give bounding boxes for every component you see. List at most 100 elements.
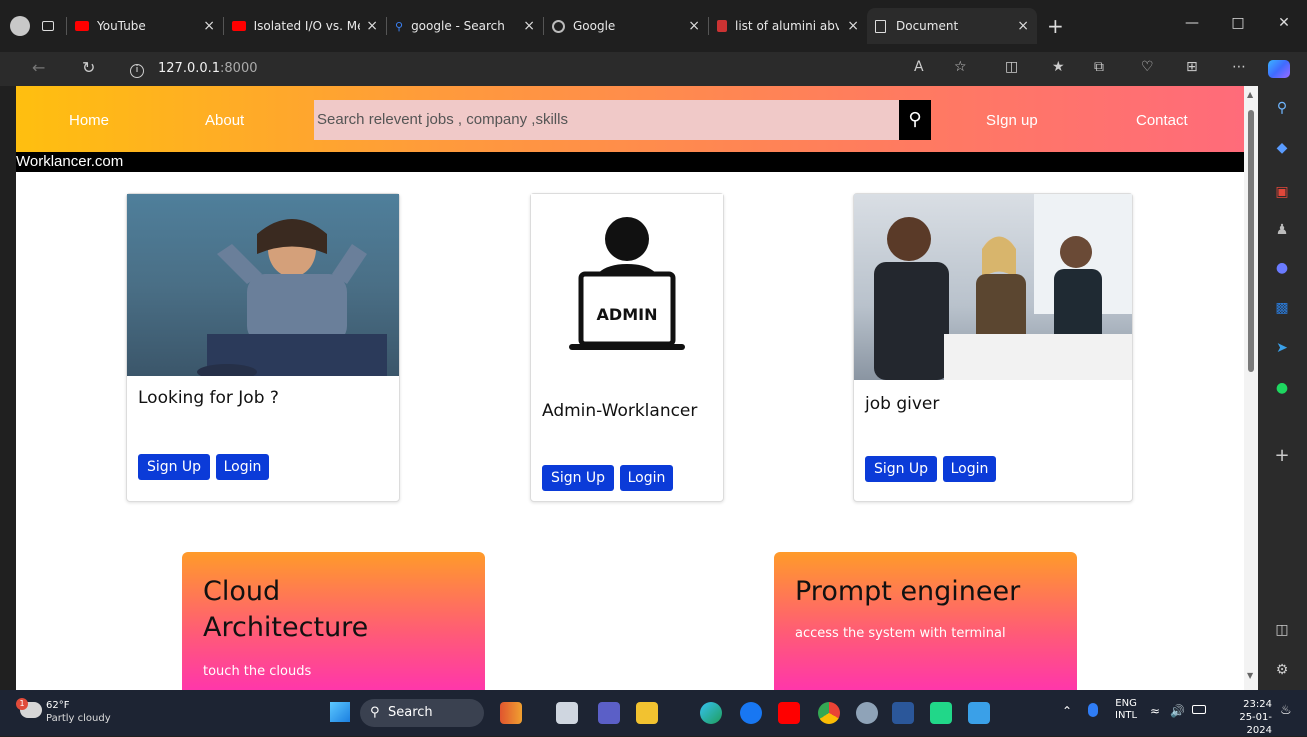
telegram-icon[interactable]: ➤	[1272, 338, 1292, 358]
file-explorer-icon[interactable]	[636, 702, 658, 724]
favorite-star-icon[interactable]: ☆	[954, 59, 967, 75]
refresh-icon[interactable]: ↻	[82, 58, 95, 77]
volume-icon[interactable]: 🔊	[1170, 704, 1185, 718]
taskbar-search-label: Search	[388, 705, 433, 720]
job-giver-login-button[interactable]: Login	[943, 456, 996, 482]
clock[interactable]: 23:24 25-01-2024	[1214, 698, 1272, 737]
window-controls: — □ ✕	[1169, 0, 1307, 46]
tab-close-icon[interactable]: ×	[1011, 18, 1029, 34]
nav-home-link[interactable]: Home	[69, 112, 109, 129]
pycharm-icon[interactable]	[930, 702, 952, 724]
info-icon[interactable]: i	[130, 64, 144, 78]
windows-taskbar: 1 62°F Partly cloudy ⚲ Search ⌃ ENG INTL…	[0, 690, 1307, 736]
task-view-icon[interactable]	[556, 702, 578, 724]
start-button[interactable]	[330, 702, 350, 722]
hide-sidebar-icon[interactable]: ◫	[1272, 620, 1292, 640]
tab-label: google - Search	[411, 19, 505, 33]
workspaces-icon[interactable]	[42, 21, 54, 31]
page-viewport: Home About Search relevent jobs , compan…	[16, 86, 1244, 690]
site-search-input[interactable]: Search relevent jobs , company ,skills	[314, 100, 899, 140]
notifications-bell-icon[interactable]: ♨	[1280, 703, 1292, 718]
tab-close-icon[interactable]: ×	[841, 18, 859, 34]
collections-icon[interactable]: ⧉	[1094, 59, 1104, 75]
page-scrollbar[interactable]: ▲ ▼	[1244, 86, 1258, 690]
split-screen-icon[interactable]: ◫	[1005, 59, 1018, 75]
facebook-icon[interactable]	[740, 702, 762, 724]
word-icon[interactable]	[892, 702, 914, 724]
new-tab-button[interactable]: +	[1047, 14, 1064, 38]
card-title: Looking for Job ?	[138, 388, 279, 408]
tab-isolated-io[interactable]: Isolated I/O vs. Me ×	[224, 8, 386, 44]
copilot-sidebar-icon[interactable]: ●	[1272, 258, 1292, 278]
notepad-icon[interactable]	[968, 702, 990, 724]
scroll-up-icon[interactable]: ▲	[1247, 90, 1253, 99]
copilot-icon[interactable]	[1268, 60, 1290, 78]
admin-login-button[interactable]: Login	[620, 465, 673, 491]
stressed-man-illustration	[197, 219, 387, 376]
teams-icon[interactable]	[598, 702, 620, 724]
search-icon[interactable]: ⚲	[899, 100, 931, 140]
extensions-icon[interactable]: ⊞	[1186, 59, 1198, 75]
maximize-icon[interactable]: □	[1215, 0, 1261, 46]
admin-signup-button[interactable]: Sign Up	[542, 465, 614, 491]
search-icon[interactable]: ⚲	[1272, 98, 1292, 118]
tab-close-icon[interactable]: ×	[360, 18, 378, 34]
games-icon[interactable]: ♟	[1272, 220, 1292, 240]
job-seeker-login-button[interactable]: Login	[216, 454, 269, 480]
add-sidebar-app-icon[interactable]: +	[1272, 446, 1292, 466]
tab-youtube[interactable]: YouTube ×	[67, 8, 223, 44]
back-icon[interactable]: ←	[32, 58, 45, 77]
nav-about-link[interactable]: About	[205, 112, 244, 129]
tab-close-icon[interactable]: ×	[682, 18, 700, 34]
language-indicator[interactable]: ENG INTL	[1115, 698, 1137, 722]
tools-icon[interactable]: ▣	[1272, 182, 1292, 202]
brand-bar: Worklancer.com	[16, 152, 1244, 172]
sidebar-settings-icon[interactable]: ⚙	[1272, 660, 1292, 680]
prompt-engineer-tile[interactable]: Prompt engineer access the system with t…	[774, 552, 1077, 690]
scrollbar-thumb[interactable]	[1248, 110, 1254, 372]
tab-google[interactable]: Google ×	[544, 8, 708, 44]
browser-essentials-icon[interactable]: ♡	[1141, 59, 1154, 75]
card-title: Admin-Worklancer	[542, 401, 698, 421]
job-giver-signup-button[interactable]: Sign Up	[865, 456, 937, 482]
spotify-icon[interactable]: ●	[1272, 378, 1292, 398]
scroll-down-icon[interactable]: ▼	[1247, 671, 1253, 680]
settings-icon[interactable]	[856, 702, 878, 724]
edge-icon[interactable]	[700, 702, 722, 724]
job-seeker-signup-button[interactable]: Sign Up	[138, 454, 210, 480]
tab-close-icon[interactable]: ×	[197, 18, 215, 34]
weather-desc: Partly cloudy	[46, 713, 111, 724]
close-window-icon[interactable]: ✕	[1261, 0, 1307, 46]
search-icon: ⚲	[370, 705, 380, 720]
url-port: :8000	[220, 61, 258, 76]
tab-google-search[interactable]: ⚲ google - Search ×	[387, 8, 543, 44]
tray-overflow-icon[interactable]: ⌃	[1062, 704, 1072, 718]
admin-image-text: ADMIN	[597, 305, 658, 324]
cloud-architecture-tile[interactable]: Cloud Architecture touch the clouds	[182, 552, 485, 690]
battery-icon[interactable]	[1192, 705, 1206, 714]
youtube-icon[interactable]	[778, 702, 800, 724]
nav-signup-link[interactable]: SIgn up	[986, 112, 1038, 129]
minimize-icon[interactable]: —	[1169, 0, 1215, 46]
widgets-gift-icon[interactable]	[500, 702, 522, 724]
url-field[interactable]: i 127.0.0.1:8000	[130, 55, 890, 83]
tab-label: list of alumini abvp	[735, 19, 839, 33]
more-menu-icon[interactable]: ⋯	[1232, 59, 1246, 75]
chrome-icon[interactable]	[818, 702, 840, 724]
wifi-icon[interactable]: ≈	[1150, 704, 1160, 718]
taskbar-search[interactable]: ⚲ Search	[360, 699, 484, 727]
shopping-tag-icon[interactable]: ◆	[1272, 138, 1292, 158]
promo-title: Prompt engineer	[795, 576, 1021, 607]
favorites-icon[interactable]: ★	[1052, 59, 1065, 75]
outlook-icon[interactable]: ▩	[1272, 298, 1292, 318]
document-favicon-icon	[717, 20, 727, 32]
bluetooth-icon[interactable]	[1088, 703, 1098, 717]
promo-subtitle: access the system with terminal	[795, 626, 1006, 641]
tab-document[interactable]: Document ×	[867, 8, 1037, 44]
tab-alumini-list[interactable]: list of alumini abvp ×	[709, 8, 867, 44]
read-aloud-icon[interactable]: A	[914, 59, 924, 75]
tab-close-icon[interactable]: ×	[517, 18, 535, 34]
address-bar: ← ↻ i 127.0.0.1:8000 A ☆ ◫ ★ ⧉ ♡ ⊞ ⋯	[0, 52, 1307, 86]
nav-contact-link[interactable]: Contact	[1136, 112, 1188, 129]
profile-icon[interactable]	[10, 16, 30, 36]
